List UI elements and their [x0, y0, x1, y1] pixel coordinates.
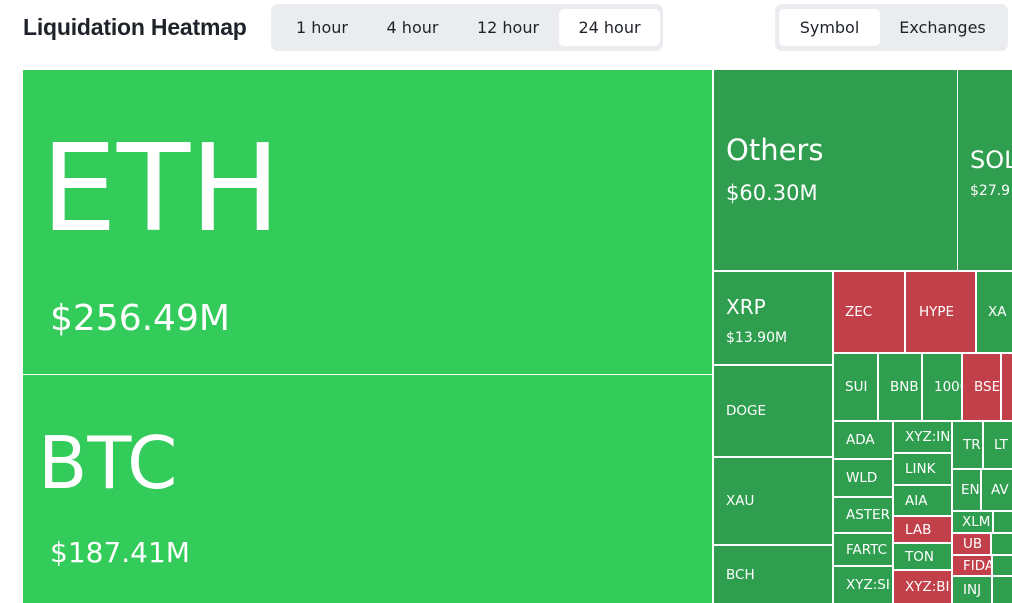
- tile-small-green-1[interactable]: [994, 512, 1012, 532]
- tile-bse[interactable]: BSE: [963, 354, 1000, 420]
- tile-xyz-br[interactable]: XYZ:BI: [894, 571, 951, 603]
- tile-link-symbol: LINK: [905, 461, 936, 477]
- tile-xa-symbol: XA: [988, 304, 1007, 320]
- tile-tr-symbol: TR: [963, 437, 981, 453]
- tile-others-value: $60.30M: [726, 181, 818, 205]
- tile-lab[interactable]: LAB: [894, 517, 951, 542]
- tile-av[interactable]: AV: [982, 470, 1012, 510]
- tile-link[interactable]: LINK: [894, 454, 951, 484]
- time-range-selector: 1 hour 4 hour 12 hour 24 hour: [271, 4, 663, 51]
- liquidation-treemap: ETH $256.49M BTC $187.41M Others $60.30M…: [23, 70, 1012, 603]
- tile-en[interactable]: EN: [953, 470, 980, 510]
- page-title: Liquidation Heatmap: [23, 14, 247, 40]
- tile-sol-value: $27.9: [970, 183, 1011, 199]
- tile-sol-symbol: SOL: [970, 146, 1012, 174]
- tile-en-symbol: EN: [961, 482, 980, 498]
- tile-fartco[interactable]: FARTC: [834, 534, 892, 565]
- tile-xyz-in-symbol: XYZ:IN: [905, 429, 951, 445]
- tile-xlm[interactable]: XLM: [953, 512, 992, 532]
- tile-btc-value: $187.41M: [50, 536, 190, 569]
- tile-eth[interactable]: ETH $256.49M: [23, 70, 712, 374]
- tab-12-hour[interactable]: 12 hour: [458, 9, 558, 46]
- tile-xlm-symbol: XLM: [962, 514, 991, 530]
- tile-xrp[interactable]: XRP $13.90M: [714, 272, 832, 364]
- tile-hype[interactable]: HYPE: [906, 272, 975, 352]
- tile-aia-symbol: AIA: [905, 492, 928, 509]
- tile-xyz-in[interactable]: XYZ:IN: [894, 422, 951, 452]
- tile-aster[interactable]: ASTER: [834, 498, 892, 532]
- tile-xrp-symbol: XRP: [726, 295, 766, 319]
- tile-1000-symbol: 1000: [934, 379, 961, 395]
- tile-wld-symbol: WLD: [846, 470, 878, 486]
- tab-24-hour[interactable]: 24 hour: [559, 9, 660, 46]
- tile-small-green-2[interactable]: [992, 534, 1012, 554]
- tab-exchanges[interactable]: Exchanges: [880, 9, 1005, 46]
- tile-tr[interactable]: TR: [953, 422, 982, 468]
- tile-zec[interactable]: ZEC: [834, 272, 904, 352]
- tile-xyz-si[interactable]: XYZ:SI: [834, 567, 892, 603]
- tile-ada[interactable]: ADA: [834, 422, 892, 458]
- tile-bnb[interactable]: BNB: [879, 354, 921, 420]
- tile-1000[interactable]: 1000: [923, 354, 961, 420]
- tile-aster-symbol: ASTER: [846, 507, 890, 523]
- tile-wld[interactable]: WLD: [834, 460, 892, 496]
- tile-ton[interactable]: TON: [894, 544, 951, 569]
- tile-btc-symbol: BTC: [38, 421, 178, 505]
- tile-sui-symbol: SUI: [845, 379, 868, 395]
- tile-sui[interactable]: SUI: [834, 354, 877, 420]
- tile-fida[interactable]: FIDA: [953, 556, 991, 575]
- tile-xyz-si-symbol: XYZ:SI: [846, 577, 890, 593]
- tile-sol[interactable]: SOL $27.9: [958, 70, 1012, 270]
- tile-lt-symbol: LT: [994, 437, 1008, 453]
- tile-fida-symbol: FIDA: [963, 557, 991, 574]
- tile-bnb-symbol: BNB: [890, 379, 919, 395]
- tile-btc[interactable]: BTC $187.41M: [23, 375, 712, 603]
- tile-zec-symbol: ZEC: [845, 304, 873, 320]
- tile-xau[interactable]: XAU: [714, 458, 832, 544]
- tile-doge-symbol: DOGE: [726, 403, 767, 419]
- tile-xa[interactable]: XA: [977, 272, 1012, 352]
- tile-bch[interactable]: BCH: [714, 546, 832, 603]
- tile-inj-symbol: INJ: [963, 582, 982, 598]
- tile-hype-symbol: HYPE: [919, 304, 955, 320]
- tile-xrp-value: $13.90M: [726, 330, 788, 346]
- grouping-selector: Symbol Exchanges: [775, 4, 1008, 51]
- tile-small-green-3[interactable]: [993, 556, 1012, 575]
- tab-1-hour[interactable]: 1 hour: [277, 9, 367, 46]
- tile-bse-symbol: BSE: [974, 379, 1000, 395]
- tile-lt[interactable]: LT: [984, 422, 1012, 468]
- tile-av-symbol: AV: [991, 482, 1009, 498]
- tab-4-hour[interactable]: 4 hour: [367, 9, 458, 46]
- tile-eth-value: $256.49M: [50, 298, 230, 339]
- tile-eth-symbol: ETH: [41, 120, 281, 259]
- tile-ub-symbol: UB: [963, 536, 983, 552]
- tile-others[interactable]: Others $60.30M: [714, 70, 957, 270]
- tile-xau-symbol: XAU: [726, 493, 755, 509]
- tile-fartco-symbol: FARTC: [846, 541, 888, 558]
- tile-aia[interactable]: AIA: [894, 486, 951, 515]
- tile-ada-symbol: ADA: [846, 432, 875, 448]
- tile-ub[interactable]: UB: [953, 534, 990, 554]
- tile-xyz-br-symbol: XYZ:BI: [905, 579, 950, 595]
- tile-ton-symbol: TON: [905, 548, 934, 565]
- tile-inj[interactable]: INJ: [953, 577, 991, 603]
- tile-others-symbol: Others: [726, 133, 824, 167]
- tab-symbol[interactable]: Symbol: [779, 9, 880, 46]
- tile-lab-symbol: LAB: [905, 521, 932, 538]
- tile-red-small[interactable]: [1002, 354, 1012, 420]
- tile-doge[interactable]: DOGE: [714, 366, 832, 456]
- tile-small-green-4[interactable]: [993, 577, 1012, 603]
- tile-bch-symbol: BCH: [726, 566, 755, 583]
